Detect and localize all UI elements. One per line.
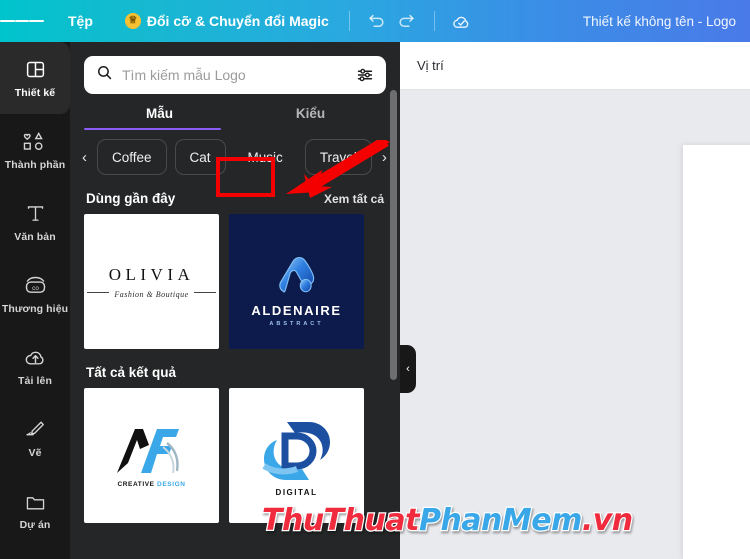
chip-music[interactable]: Music bbox=[233, 139, 297, 175]
recent-see-all-link[interactable]: Xem tất cả bbox=[324, 192, 384, 206]
text-icon bbox=[25, 202, 46, 226]
panel-scrollbar[interactable] bbox=[390, 90, 397, 380]
af-logo-sub: CREATIVE DESIGN bbox=[117, 481, 185, 488]
brand-icon: co bbox=[24, 274, 47, 298]
watermark-part2: PhanMem bbox=[418, 502, 584, 540]
upload-icon bbox=[24, 346, 47, 370]
sidebar-item-ung-dung[interactable]: Ứng dụng bbox=[0, 546, 70, 559]
olivia-logo-sub: Fashion & Boutique bbox=[114, 289, 189, 299]
canva-editor-window: Tệp ♕ Đổi cỡ & Chuyển đổi Magic Thiết kế… bbox=[0, 0, 750, 559]
chip-cat[interactable]: Cat bbox=[174, 139, 226, 175]
sidebar-label-ve: Vẽ bbox=[28, 446, 42, 459]
aldenaire-logo-sub: ABSTRACT bbox=[269, 320, 324, 327]
magic-resize-button[interactable]: ♕ Đổi cỡ & Chuyển đổi Magic bbox=[117, 8, 337, 34]
results-section-header: Tất cả kết quả bbox=[86, 365, 384, 380]
watermark-part3: .vn bbox=[581, 502, 635, 540]
template-thumb-af[interactable]: CREATIVE DESIGN bbox=[84, 388, 219, 523]
chip-travel[interactable]: Travel bbox=[304, 139, 372, 175]
olivia-logo-name: OLIVIA bbox=[108, 264, 195, 284]
sidebar-label-van-ban: Văn bản bbox=[14, 230, 56, 243]
panel-collapse-handle[interactable]: ‹ bbox=[400, 345, 416, 393]
search-icon bbox=[96, 64, 113, 86]
af-logo-sub-word2: DESIGN bbox=[157, 481, 186, 488]
site-watermark: ThuThuatPhanMem.vn bbox=[261, 502, 635, 540]
header-divider-1 bbox=[348, 11, 350, 31]
app-header: Tệp ♕ Đổi cỡ & Chuyển đổi Magic Thiết kế… bbox=[0, 0, 750, 42]
sidebar-item-ve[interactable]: Vẽ bbox=[0, 402, 70, 474]
chips-prev-icon[interactable]: ‹ bbox=[80, 139, 89, 175]
watermark-part1: ThuThuat bbox=[261, 502, 421, 540]
sliders-filter-icon[interactable] bbox=[352, 62, 378, 88]
af-logo-sub-word1: CREATIVE bbox=[117, 481, 155, 488]
sidebar-label-thiet-ke: Thiết kế bbox=[14, 86, 56, 99]
draw-icon bbox=[24, 418, 46, 442]
recent-title: Dùng gần đây bbox=[86, 191, 176, 206]
sidebar-label-tai-len: Tải lên bbox=[18, 374, 52, 387]
sidebar-label-du-an: Dự án bbox=[19, 518, 51, 531]
canvas-area: Vị trí bbox=[400, 42, 750, 559]
header-divider-2 bbox=[433, 11, 435, 31]
canvas-toolbar: Vị trí bbox=[400, 42, 750, 90]
chip-coffee[interactable]: Coffee bbox=[97, 139, 167, 175]
file-menu-button[interactable]: Tệp bbox=[58, 8, 103, 34]
panel-tabs: Mẫu Kiểu bbox=[84, 106, 386, 130]
layout-icon bbox=[25, 58, 46, 82]
af-mark-icon bbox=[116, 429, 179, 474]
sidebar-item-tai-len[interactable]: Tải lên bbox=[0, 330, 70, 402]
folder-icon bbox=[25, 490, 46, 514]
sidebar-item-van-ban[interactable]: Văn bản bbox=[0, 186, 70, 258]
position-button[interactable]: Vị trí bbox=[417, 58, 444, 73]
sidebar-label-thuong-hieu: Thương hiệu bbox=[1, 302, 69, 315]
svg-text:co: co bbox=[32, 285, 39, 292]
sidebar-item-thiet-ke[interactable]: Thiết kế bbox=[0, 42, 70, 114]
magic-resize-label: Đổi cỡ & Chuyển đổi Magic bbox=[146, 13, 329, 29]
chevron-left-icon: ‹ bbox=[406, 363, 410, 375]
tab-mau[interactable]: Mẫu bbox=[84, 106, 235, 130]
sidebar-item-thanh-phan[interactable]: Thành phần bbox=[0, 114, 70, 186]
templates-panel: Mẫu Kiểu ‹ Coffee Cat Music Travel › Dùn… bbox=[70, 42, 400, 559]
chips-next-icon[interactable]: › bbox=[379, 139, 389, 175]
tab-kieu[interactable]: Kiểu bbox=[235, 106, 386, 130]
sidebar-item-thuong-hieu[interactable]: co Thương hiệu bbox=[0, 258, 70, 330]
search-input[interactable] bbox=[122, 67, 343, 83]
undo-icon[interactable] bbox=[362, 6, 392, 36]
sidebar-item-du-an[interactable]: Dự án bbox=[0, 474, 70, 546]
document-title[interactable]: Thiết kế không tên - Logo bbox=[583, 14, 736, 29]
search-bar[interactable] bbox=[84, 56, 386, 94]
redo-icon[interactable] bbox=[392, 6, 422, 36]
results-title: Tất cả kết quả bbox=[86, 365, 177, 380]
left-rail: Thiết kế Thành phần Văn bản co Thương hi… bbox=[0, 42, 70, 559]
hamburger-icon[interactable] bbox=[0, 0, 45, 42]
olivia-logo-rule: Fashion & Boutique bbox=[87, 286, 216, 299]
aldenaire-mark-icon bbox=[278, 256, 314, 293]
crown-icon: ♕ bbox=[124, 13, 141, 29]
digital-mark-icon bbox=[261, 422, 330, 480]
template-thumb-aldenaire[interactable]: ALDENAIRE ABSTRACT bbox=[229, 214, 364, 349]
digital-logo-sub: DIGITAL bbox=[275, 488, 318, 497]
recent-section-header: Dùng gần đây Xem tất cả bbox=[86, 191, 384, 206]
aldenaire-logo-name: ALDENAIRE bbox=[251, 302, 342, 318]
category-chips: ‹ Coffee Cat Music Travel › bbox=[80, 139, 400, 175]
recent-grid: OLIVIA Fashion & Boutique ALDENAIRE ABST… bbox=[84, 214, 386, 349]
shapes-icon bbox=[23, 130, 47, 154]
design-canvas-page[interactable] bbox=[683, 145, 750, 559]
template-thumb-olivia[interactable]: OLIVIA Fashion & Boutique bbox=[84, 214, 219, 349]
sidebar-label-thanh-phan: Thành phần bbox=[4, 158, 66, 171]
cloud-check-icon[interactable] bbox=[447, 6, 477, 36]
